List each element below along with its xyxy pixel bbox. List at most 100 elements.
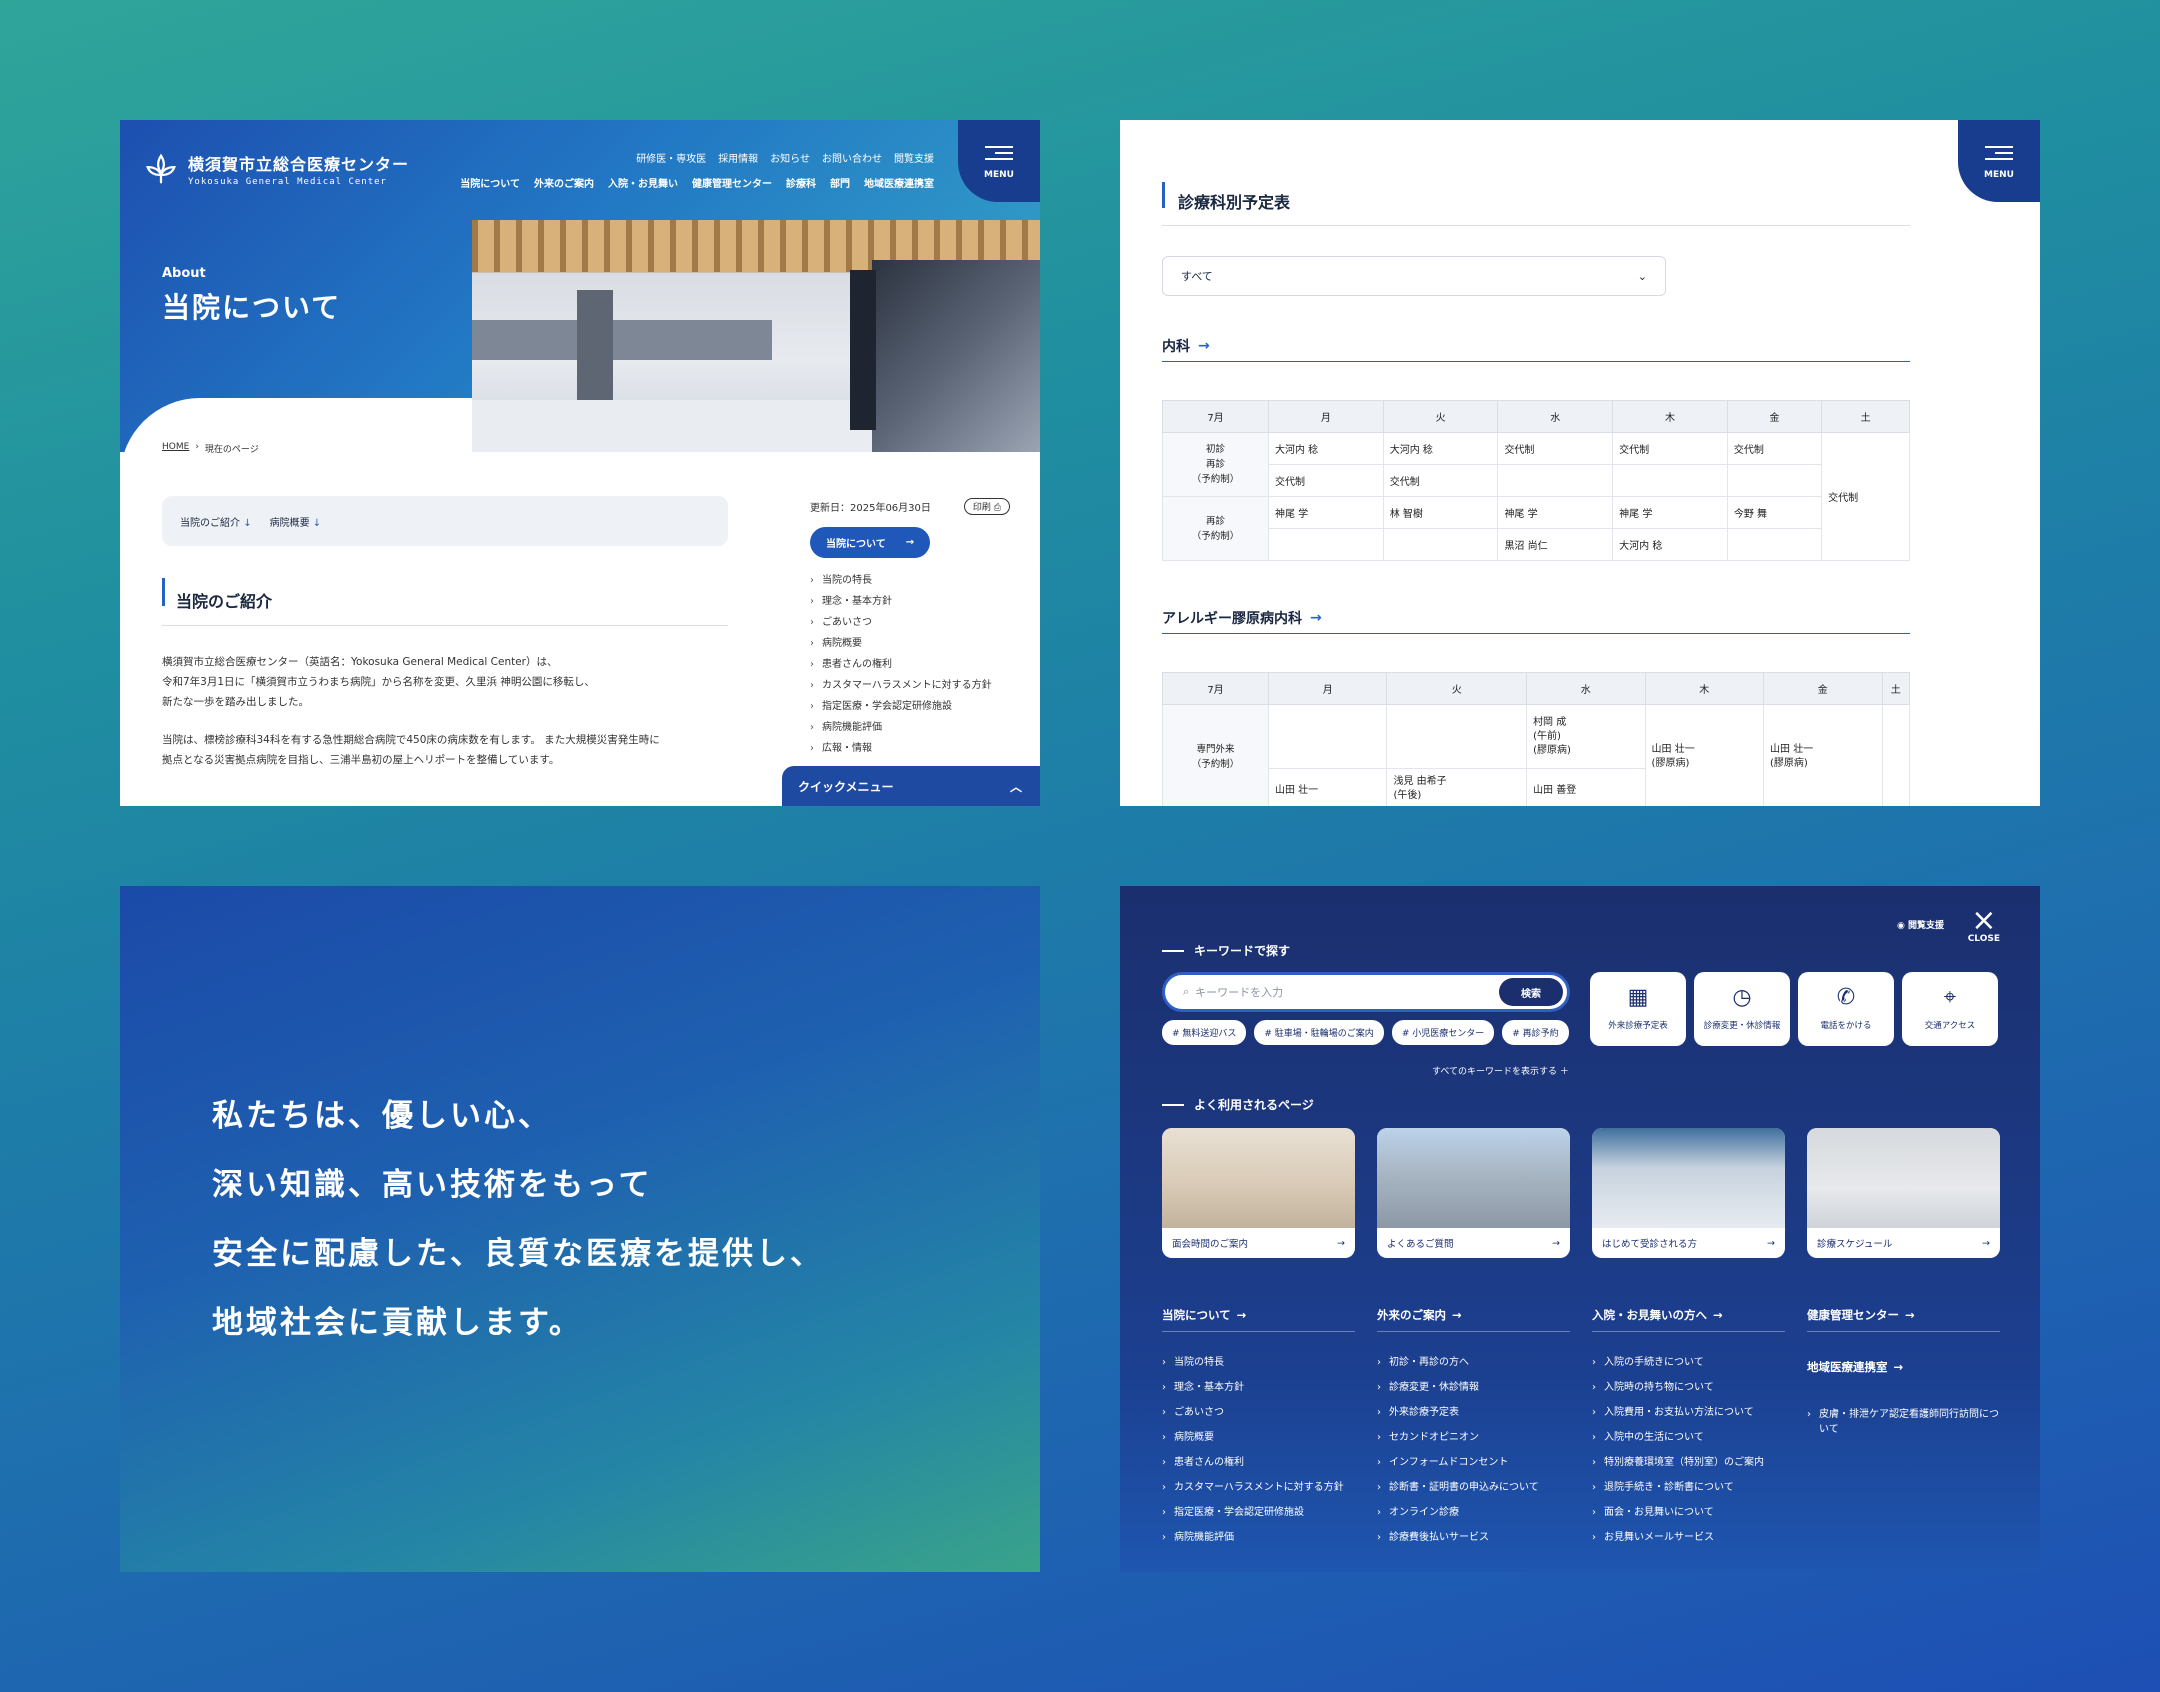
card-faq[interactable]: よくあるご質問 → [1377, 1128, 1570, 1258]
doctor-cell: 林 智樹 [1382, 496, 1499, 529]
sitemap-link[interactable]: 入院の手続きについて [1592, 1350, 1785, 1375]
print-button[interactable]: 印刷 ⎙ [963, 498, 1010, 515]
doctor-cell [1268, 528, 1384, 561]
col-heading[interactable]: 地域医療連携室 → [1807, 1350, 2000, 1384]
sidebar-item[interactable]: 理念・基本方針 [810, 591, 1010, 612]
sitemap-link[interactable]: 皮膚・排泄ケア認定看護師同行訪問について [1807, 1402, 2000, 1442]
sitemap-link[interactable]: セカンドオピニオン [1377, 1425, 1570, 1450]
sitemap-link[interactable]: 初診・再診の方へ [1377, 1350, 1570, 1375]
anchor-overview[interactable]: 病院概要 ↓ [270, 514, 322, 529]
sidebar-list: 当院の特長 理念・基本方針 ごあいさつ 病院概要 患者さんの権利 カスタマーハラ… [810, 570, 1010, 759]
nav-about[interactable]: 当院について [460, 175, 520, 190]
util-link-accessibility[interactable]: 閲覧支援 [894, 150, 934, 165]
util-link-residents[interactable]: 研修医・専攻医 [636, 150, 706, 165]
dept-heading-internal[interactable]: 内科 → [1162, 330, 1910, 362]
sidebar: 更新日：2025年06月30日 印刷 ⎙ 当院について→ 当院の特長 理念・基本… [810, 498, 1010, 759]
anchor-links: 当院のご紹介 ↓ 病院概要 ↓ [162, 496, 728, 546]
keyword-tag[interactable]: # 無料送迎バス [1162, 1020, 1247, 1045]
sidebar-item[interactable]: 指定医療・学会認定研修施設 [810, 696, 1010, 717]
arrow-right-icon: → [1905, 1307, 1915, 1322]
sitemap-link[interactable]: カスタマーハラスメントに対する方針 [1162, 1475, 1355, 1500]
sitemap-link[interactable]: 退院手続き・診断書について [1592, 1475, 1785, 1500]
nav-departments[interactable]: 診療科 [786, 175, 816, 190]
col-heading[interactable]: 当院について → [1162, 1298, 1355, 1332]
sitemap-link[interactable]: 理念・基本方針 [1162, 1375, 1355, 1400]
nav-community[interactable]: 地域医療連携室 [864, 175, 934, 190]
phone-icon: ✆ [1836, 985, 1856, 1010]
nav-health-center[interactable]: 健康管理センター [692, 175, 772, 190]
department-select[interactable]: すべて ⌄ [1162, 256, 1666, 296]
arrow-right-icon: → [1452, 1307, 1462, 1322]
tile-closure-info[interactable]: ◷ 診療変更・休診情報 [1694, 972, 1790, 1046]
sitemap-link[interactable]: 特別療養環境室（特別室）のご案内 [1592, 1450, 1785, 1475]
card-visiting-hours[interactable]: 面会時間のご案内 → [1162, 1128, 1355, 1258]
tile-outpatient-schedule[interactable]: ▦ 外来診療予定表 [1590, 972, 1686, 1046]
sidebar-item[interactable]: 病院機能評価 [810, 717, 1010, 738]
col-heading[interactable]: 入院・お見舞いの方へ → [1592, 1298, 1785, 1332]
sidebar-item[interactable]: カスタマーハラスメントに対する方針 [810, 675, 1010, 696]
keyword-search[interactable]: ⌕ キーワードを入力 検索 [1162, 972, 1570, 1012]
sitemap-link[interactable]: 入院費用・お支払い方法について [1592, 1400, 1785, 1425]
search-input[interactable]: キーワードを入力 [1195, 984, 1283, 1000]
sitemap-link[interactable]: 診療変更・休診情報 [1377, 1375, 1570, 1400]
sidebar-item[interactable]: 病院概要 [810, 633, 1010, 654]
chevron-down-icon: ⌄ [1637, 269, 1647, 283]
sitemap-link[interactable]: 入院時の持ち物について [1592, 1375, 1785, 1400]
sitemap-link[interactable]: 指定医療・学会認定研修施設 [1162, 1500, 1355, 1525]
popular-cards: 面会時間のご案内 → よくあるご質問 → はじめて受診される方 → 診療スケジュール → [1162, 1128, 2000, 1258]
day-header: 金 [1726, 400, 1823, 433]
show-all-keywords[interactable]: すべてのキーワードを表示する ＋ [1432, 1064, 1569, 1077]
sitemap-link[interactable]: インフォームドコンセント [1377, 1450, 1570, 1475]
util-link-news[interactable]: お知らせ [770, 150, 810, 165]
sitemap-link[interactable]: 病院機能評価 [1162, 1525, 1355, 1550]
card-image-building [1377, 1128, 1570, 1228]
arrow-right-icon: → [1552, 1237, 1560, 1249]
sitemap-link[interactable]: 診療費後払いサービス [1377, 1525, 1570, 1550]
menu-button[interactable]: MENU [1958, 120, 2040, 202]
accessibility-link[interactable]: ◉ 閲覧支援 [1897, 918, 1944, 931]
sitemap-link[interactable]: ごあいさつ [1162, 1400, 1355, 1425]
sitemap-link[interactable]: 外来診療予定表 [1377, 1400, 1570, 1425]
doctor-cell: 交代制 [1497, 432, 1614, 465]
sidebar-item[interactable]: 広報・情報 [810, 738, 1010, 759]
calendar-icon: ▦ [1627, 985, 1649, 1010]
schedule-title: 診療科別予定表 [1162, 176, 1910, 226]
nav-outpatient[interactable]: 外来のご案内 [534, 175, 594, 190]
anchor-intro[interactable]: 当院のご紹介 ↓ [180, 514, 252, 529]
sitemap-link[interactable]: 面会・お見舞いについて [1592, 1500, 1785, 1525]
col-heading[interactable]: 外来のご案内 → [1377, 1298, 1570, 1332]
sitemap-link[interactable]: 患者さんの権利 [1162, 1450, 1355, 1475]
site-logo[interactable]: 横須賀市立総合医療センター Yokosuka General Medical C… [142, 150, 409, 188]
tile-phone[interactable]: ✆ 電話をかける [1798, 972, 1894, 1046]
menu-button-label: MENU [1984, 170, 2014, 180]
nav-inpatient[interactable]: 入院・お見舞い [608, 175, 678, 190]
menu-button[interactable]: MENU [958, 120, 1040, 202]
close-button[interactable]: × CLOSE [1968, 906, 2000, 945]
breadcrumb-home[interactable]: HOME [162, 442, 189, 455]
sitemap-link[interactable]: 当院の特長 [1162, 1350, 1355, 1375]
quick-menu-label: クイックメニュー [798, 779, 894, 794]
dept-heading-allergy[interactable]: アレルギー膠原病内科 → [1162, 602, 1910, 634]
card-first-visit[interactable]: はじめて受診される方 → [1592, 1128, 1785, 1258]
sitemap-link[interactable]: 入院中の生活について [1592, 1425, 1785, 1450]
keyword-tag[interactable]: # 小児医療センター [1391, 1020, 1495, 1045]
doctor-cell: 村岡 成 (午前) (膠原病) [1526, 704, 1646, 769]
util-link-contact[interactable]: お問い合わせ [822, 150, 882, 165]
tile-access[interactable]: ⌖ 交通アクセス [1902, 972, 1998, 1046]
sidebar-item[interactable]: ごあいさつ [810, 612, 1010, 633]
search-button[interactable]: 検索 [1499, 978, 1563, 1006]
sitemap-link[interactable]: お見舞いメールサービス [1592, 1525, 1785, 1550]
sidebar-item[interactable]: 患者さんの権利 [810, 654, 1010, 675]
nav-divisions[interactable]: 部門 [830, 175, 850, 190]
sitemap-link[interactable]: 病院概要 [1162, 1425, 1355, 1450]
sitemap-link[interactable]: 診断書・証明書の申込みについて [1377, 1475, 1570, 1500]
col-heading[interactable]: 健康管理センター → [1807, 1298, 2000, 1332]
quick-menu-bar[interactable]: クイックメニュー ︿ [782, 766, 1040, 806]
util-link-recruit[interactable]: 採用情報 [718, 150, 758, 165]
keyword-tag[interactable]: # 駐車場・駐輪場のご案内 [1254, 1020, 1384, 1045]
sitemap-link[interactable]: オンライン診療 [1377, 1500, 1570, 1525]
sidebar-current-pill[interactable]: 当院について → [810, 527, 931, 558]
card-schedule[interactable]: 診療スケジュール → [1807, 1128, 2000, 1258]
sidebar-item[interactable]: 当院の特長 [810, 570, 1010, 591]
keyword-tag[interactable]: # 再診予約 [1502, 1020, 1569, 1045]
